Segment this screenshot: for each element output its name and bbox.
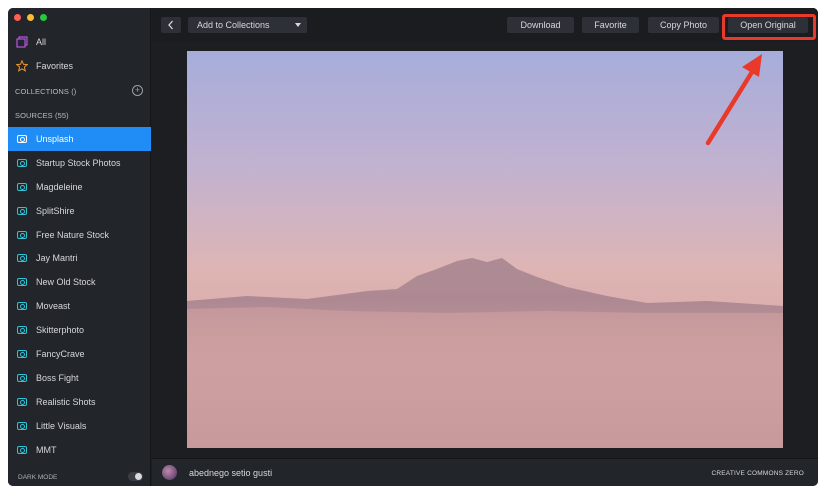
camera-icon xyxy=(16,396,28,408)
photo-preview[interactable] xyxy=(187,51,783,448)
favorite-button[interactable]: Favorite xyxy=(582,17,639,33)
sidebar-item-magdeleine[interactable]: Magdeleine xyxy=(8,176,151,198)
sidebar-item-boss-fight[interactable]: Boss Fight xyxy=(8,367,151,389)
camera-icon xyxy=(16,420,28,432)
dark-mode-toggle[interactable] xyxy=(128,472,143,481)
sidebar-item-label: Jay Mantri xyxy=(36,253,78,263)
camera-icon xyxy=(16,205,28,217)
camera-icon xyxy=(16,300,28,312)
camera-icon xyxy=(16,157,28,169)
sidebar-item-skitterphoto[interactable]: Skitterphoto xyxy=(8,319,151,341)
sidebar-item-jay-mantri[interactable]: Jay Mantri xyxy=(8,247,151,269)
sidebar-item-all[interactable]: All xyxy=(8,31,151,53)
sidebar-item-splitshire[interactable]: SplitShire xyxy=(8,200,151,222)
close-window-button[interactable] xyxy=(14,14,21,21)
photo-info-bar: abednego setio gusti CREATIVE COMMONS ZE… xyxy=(152,458,818,486)
sidebar-item-label: Favorites xyxy=(36,61,74,71)
sidebar-item-label: Magdeleine xyxy=(36,182,83,192)
sidebar-item-unsplash[interactable]: Unsplash xyxy=(8,127,151,151)
add-collection-icon[interactable]: + xyxy=(132,85,143,96)
sidebar-item-label: New Old Stock xyxy=(36,277,96,287)
sidebar-item-little-visuals[interactable]: Little Visuals xyxy=(8,415,151,437)
caret-down-icon xyxy=(295,23,301,27)
toolbar: Add to Collections Download Favorite Cop… xyxy=(152,8,818,41)
sidebar-item-label: Boss Fight xyxy=(36,373,79,383)
sidebar-item-label: Moveast xyxy=(36,301,71,311)
back-button[interactable] xyxy=(161,17,181,33)
collections-header: COLLECTIONS () xyxy=(15,87,77,96)
app-window: All Favorites COLLECTIONS () + SOURCES (… xyxy=(8,8,818,486)
star-icon xyxy=(16,60,28,72)
camera-icon xyxy=(16,372,28,384)
camera-icon xyxy=(16,252,28,264)
sidebar-item-free-nature-stock[interactable]: Free Nature Stock xyxy=(8,224,151,246)
camera-icon xyxy=(16,324,28,336)
open-original-highlight xyxy=(722,14,816,40)
camera-icon xyxy=(16,133,28,145)
sidebar-item-favorites[interactable]: Favorites xyxy=(8,55,151,77)
avatar[interactable] xyxy=(162,465,177,480)
sidebar-item-label: Realistic Shots xyxy=(36,397,96,407)
chevron-left-icon xyxy=(168,20,173,30)
sidebar-item-new-old-stock[interactable]: New Old Stock xyxy=(8,271,151,293)
sidebar-item-label: Startup Stock Photos xyxy=(36,158,121,168)
copy-photo-button[interactable]: Copy Photo xyxy=(648,17,719,33)
sidebar-item-startup-stock-photos[interactable]: Startup Stock Photos xyxy=(8,152,151,174)
sidebar-item-fancycrave[interactable]: FancyCrave xyxy=(8,343,151,365)
sidebar-item-label: SplitShire xyxy=(36,206,75,216)
maximize-window-button[interactable] xyxy=(40,14,47,21)
sidebar-item-label: Free Nature Stock xyxy=(36,230,110,240)
photo-viewer xyxy=(152,41,818,458)
sidebar-item-realistic-shots[interactable]: Realistic Shots xyxy=(8,391,151,413)
add-to-collections-select[interactable]: Add to Collections xyxy=(188,17,307,33)
minimize-window-button[interactable] xyxy=(27,14,34,21)
sidebar: All Favorites COLLECTIONS () + SOURCES (… xyxy=(8,8,151,486)
camera-icon xyxy=(16,276,28,288)
sidebar-item-moveast[interactable]: Moveast xyxy=(8,295,151,317)
dark-mode-label: DARK MODE xyxy=(18,474,58,481)
sidebar-item-label: Little Visuals xyxy=(36,421,87,431)
sidebar-item-label: All xyxy=(36,37,47,47)
license-label[interactable]: CREATIVE COMMONS ZERO xyxy=(711,470,804,477)
gallery-icon xyxy=(16,36,28,48)
camera-icon xyxy=(16,181,28,193)
author-name[interactable]: abednego setio gusti xyxy=(189,468,272,478)
sources-header: SOURCES (55) xyxy=(15,111,69,120)
sidebar-item-label: Unsplash xyxy=(36,134,74,144)
sidebar-item-label: FancyCrave xyxy=(36,349,85,359)
collections-select-value: Add to Collections xyxy=(197,20,270,30)
sidebar-item-mmt[interactable]: MMT xyxy=(8,439,151,461)
camera-icon xyxy=(16,348,28,360)
sidebar-item-label: MMT xyxy=(36,445,57,455)
download-button[interactable]: Download xyxy=(507,17,574,33)
sidebar-item-label: Skitterphoto xyxy=(36,325,85,335)
camera-icon xyxy=(16,229,28,241)
camera-icon xyxy=(16,444,28,456)
window-controls xyxy=(14,14,47,21)
